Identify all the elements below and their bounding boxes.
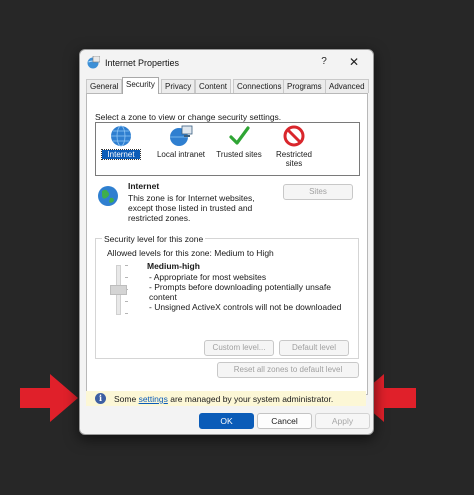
left-red-arrow-icon [20, 374, 78, 422]
allowed-levels: Allowed levels for this zone: Medium to … [107, 248, 274, 258]
globe-icon [111, 125, 131, 147]
security-level-group: Security level for this zone Allowed lev… [95, 234, 359, 359]
zone-description-line-1: This zone is for Internet websites, [128, 193, 255, 203]
tab-general[interactable]: General [86, 79, 123, 93]
zone-trusted-sites[interactable]: Trusted sites [214, 125, 264, 159]
cancel-button[interactable]: Cancel [257, 413, 312, 429]
checkmark-icon [229, 126, 250, 145]
close-button[interactable]: ✕ [345, 54, 363, 70]
zone-restricted-sites-label: Restricted sites [275, 150, 312, 168]
slider-tick [125, 277, 128, 278]
ok-button[interactable]: OK [199, 413, 254, 429]
level-bullet-1: - Appropriate for most websites [149, 272, 267, 282]
tab-advanced[interactable]: Advanced [325, 79, 369, 93]
admin-info-bar: i Some settings are managed by your syst… [86, 391, 366, 406]
tab-content[interactable]: Content [195, 79, 232, 93]
selected-zone-globe-icon [98, 186, 118, 206]
zone-internet[interactable]: Internet [101, 125, 141, 160]
title-bar[interactable]: Internet Properties ? ✕ [80, 50, 373, 76]
tab-security[interactable]: Security [122, 77, 159, 94]
window-title: Internet Properties [105, 58, 180, 68]
zone-description-line-2: except those listed in trusted and [128, 203, 253, 213]
zone-local-intranet-label: Local intranet [156, 150, 206, 159]
info-prefix: Some [114, 394, 139, 404]
zone-local-intranet[interactable]: Local intranet [152, 125, 210, 159]
slider-tick [125, 313, 128, 314]
security-level-group-title: Security level for this zone [102, 234, 206, 244]
info-suffix: are managed by your system administrator… [167, 394, 334, 404]
apply-button[interactable]: Apply [315, 413, 370, 429]
prohibited-icon [283, 125, 305, 147]
zone-list: Internet Local intranet Trusted sites Re… [95, 122, 360, 176]
level-bullet-2: - Prompts before downloading potentially… [149, 282, 331, 292]
zone-description-line-3: restricted zones. [128, 213, 191, 223]
tab-connections[interactable]: Connections [233, 79, 286, 93]
security-tab-panel: Select a zone to view or change security… [86, 93, 368, 395]
zone-restricted-sites[interactable]: Restricted sites [272, 125, 316, 168]
internet-properties-icon [87, 56, 100, 69]
zone-internet-label: Internet [101, 149, 141, 160]
security-level-name: Medium-high [147, 261, 200, 271]
info-icon: i [95, 393, 106, 404]
custom-level-button[interactable]: Custom level... [204, 340, 274, 356]
zone-trusted-sites-label: Trusted sites [216, 150, 262, 159]
info-message: Some settings are managed by your system… [114, 394, 333, 404]
zone-prompt: Select a zone to view or change security… [95, 112, 282, 122]
intranet-globe-icon [170, 125, 193, 146]
tab-privacy[interactable]: Privacy [161, 79, 196, 93]
security-level-slider-thumb[interactable] [110, 285, 127, 295]
level-bullet-3: - Unsigned ActiveX controls will not be … [149, 302, 342, 312]
slider-tick [125, 301, 128, 302]
sites-button[interactable]: Sites [283, 184, 353, 200]
help-button[interactable]: ? [316, 54, 332, 70]
slider-tick [125, 265, 128, 266]
default-level-button[interactable]: Default level [279, 340, 349, 356]
reset-all-zones-button[interactable]: Reset all zones to default level [217, 362, 359, 378]
settings-link[interactable]: settings [139, 394, 168, 404]
level-bullet-2-continued: content [149, 292, 177, 302]
zone-name: Internet [128, 181, 160, 191]
internet-properties-dialog: Internet Properties ? ✕ General Security… [79, 49, 374, 435]
tab-programs[interactable]: Programs [283, 79, 326, 93]
